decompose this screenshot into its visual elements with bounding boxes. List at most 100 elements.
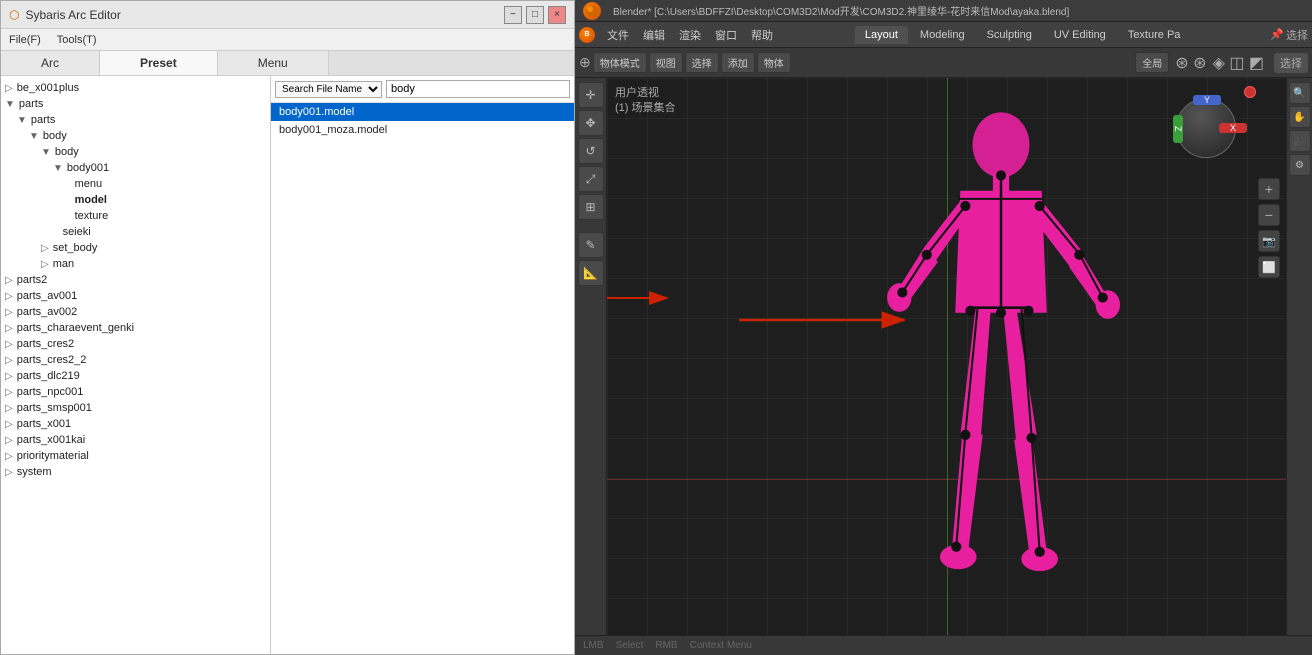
tree-item[interactable]: ▼parts: [1, 112, 270, 128]
workspace-indicator: [1244, 86, 1256, 98]
close-button[interactable]: ×: [548, 6, 566, 24]
tree-item[interactable]: ▼body001: [1, 160, 270, 176]
viewport-btn[interactable]: 视图: [649, 52, 683, 73]
blender-logo-small: B: [579, 27, 595, 43]
global-btn[interactable]: 全局: [1135, 52, 1169, 73]
arc-titlebar: ⬡ Sybaris Arc Editor − □ ×: [1, 1, 574, 29]
file-list-panel: Search File Name body001.model body001_m…: [271, 76, 574, 654]
tree-item[interactable]: ▷prioritymaterial: [1, 448, 270, 464]
tab-sculpting[interactable]: Sculpting: [977, 26, 1042, 44]
blender-toolbar: ⊕ 物体模式 视图 选择 添加 物体 全局 ⊛ ⊛ ◈ ◫ ◩ 选择: [575, 48, 1312, 78]
tree-item[interactable]: ▷be_x001plus: [1, 80, 270, 96]
object-btn[interactable]: 物体: [757, 52, 791, 73]
tree-item[interactable]: ▷parts_av001: [1, 288, 270, 304]
tree-item[interactable]: ▷parts_dlc219: [1, 368, 270, 384]
right-gizmo-panel: 🔍 ✋ 🎥 ⚙: [1286, 78, 1312, 635]
tree-item[interactable]: ▼parts: [1, 96, 270, 112]
status-bar: LMB Select RMB Context Menu: [575, 635, 1312, 655]
tab-row: Arc Preset Menu: [1, 51, 574, 76]
tab-menu[interactable]: Menu: [218, 51, 329, 75]
tab-modeling[interactable]: Modeling: [910, 26, 975, 44]
viewport-canvas[interactable]: 用户透视 (1) 场景集合: [607, 78, 1286, 635]
tree-item[interactable]: ▷parts_x001: [1, 416, 270, 432]
file-item-selected[interactable]: body001.model: [271, 103, 574, 121]
zoom-button[interactable]: 🔍: [1289, 82, 1311, 104]
file-tree: ▷be_x001plus ▼parts ▼parts ▼body ▼body ▼…: [1, 76, 271, 654]
left-tools: ✛ ✥ ↺ ⤢ ⊞ ✎ 📐: [575, 78, 607, 635]
tree-item[interactable]: ▷set_body: [1, 240, 270, 256]
arc-content: ▷be_x001plus ▼parts ▼parts ▼body ▼body ▼…: [1, 76, 574, 654]
shading-icons: ◈ ◫ ◩: [1213, 53, 1264, 73]
tab-texture-paint[interactable]: Texture Pa: [1118, 26, 1191, 44]
file-item[interactable]: body001_moza.model: [271, 121, 574, 139]
tree-item[interactable]: menu: [1, 176, 270, 192]
transform-tool[interactable]: ⊞: [578, 194, 604, 220]
sidebar-toggle[interactable]: 选择: [1274, 53, 1308, 73]
orbit-button[interactable]: 🎥: [1289, 130, 1311, 152]
tree-item[interactable]: seieki: [1, 224, 270, 240]
tree-item-model[interactable]: model: [1, 192, 270, 208]
file-menu[interactable]: File(F): [5, 33, 45, 47]
menu-render[interactable]: 渲染: [673, 25, 707, 45]
annotate-tool[interactable]: ✎: [578, 232, 604, 258]
tools-menu[interactable]: Tools(T): [53, 33, 101, 47]
menu-edit[interactable]: 编辑: [637, 25, 671, 45]
blender-logo-icon: [583, 2, 601, 20]
tree-item[interactable]: ▷system: [1, 464, 270, 480]
viewport-perspective-label: 用户透视: [615, 86, 676, 101]
camera-button[interactable]: 📷: [1258, 230, 1280, 252]
blender-title: Blender* [C:\Users\BDFFZI\Desktop\COM3D2…: [613, 3, 1069, 18]
tab-uv-editing[interactable]: UV Editing: [1044, 26, 1116, 44]
mode-select[interactable]: 物体模式: [593, 52, 647, 73]
zoom-in-button[interactable]: +: [1258, 178, 1280, 200]
arc-menubar: File(F) Tools(T): [1, 29, 574, 51]
select-btn[interactable]: 选择: [685, 52, 719, 73]
tree-item[interactable]: ▷parts2: [1, 272, 270, 288]
viewport-label: 用户透视 (1) 场景集合: [615, 86, 676, 117]
scene-label: 📌: [1270, 28, 1284, 41]
menu-window[interactable]: 窗口: [709, 25, 743, 45]
tree-item[interactable]: ▷parts_cres2: [1, 336, 270, 352]
tree-item[interactable]: ▷parts_cres2_2: [1, 352, 270, 368]
nav-sphere: X Y Z: [1176, 98, 1236, 158]
menu-help[interactable]: 帮助: [745, 25, 779, 45]
navigation-gizmo[interactable]: X Y Z: [1166, 88, 1246, 168]
pan-button[interactable]: ✋: [1289, 106, 1311, 128]
tree-item[interactable]: ▷parts_smsp001: [1, 400, 270, 416]
measure-tool[interactable]: 📐: [578, 260, 604, 286]
rotate-tool[interactable]: ↺: [578, 138, 604, 164]
window-controls: − □ ×: [504, 6, 566, 24]
add-btn[interactable]: 添加: [721, 52, 755, 73]
tree-item[interactable]: ▼body: [1, 128, 270, 144]
annotation-arrow: [729, 290, 929, 350]
tree-item[interactable]: texture: [1, 208, 270, 224]
blender-menubar: B 文件 编辑 渲染 窗口 帮助 Layout Modeling Sculpti…: [575, 22, 1312, 48]
maximize-button[interactable]: □: [526, 6, 544, 24]
scene-name: 选择: [1286, 27, 1308, 43]
move-tool[interactable]: ✥: [578, 110, 604, 136]
arc-title: Sybaris Arc Editor: [25, 8, 120, 22]
zoom-out-button[interactable]: −: [1258, 204, 1280, 226]
search-type-select[interactable]: Search File Name: [275, 81, 382, 98]
viewport-collection-label: (1) 场景集合: [615, 101, 676, 116]
perspective-button[interactable]: ⬜: [1258, 256, 1280, 278]
render-button[interactable]: ⚙: [1289, 154, 1311, 176]
tree-item[interactable]: ▷parts_x001kai: [1, 432, 270, 448]
tree-item[interactable]: ▷man: [1, 256, 270, 272]
tab-layout[interactable]: Layout: [855, 26, 908, 44]
overlay-icons: ⊛ ⊛: [1175, 53, 1206, 73]
tree-item[interactable]: ▼body: [1, 144, 270, 160]
tree-item[interactable]: ▷parts_av002: [1, 304, 270, 320]
blender-titlebar: Blender* [C:\Users\BDFFZI\Desktop\COM3D2…: [575, 0, 1312, 22]
scale-tool[interactable]: ⤢: [578, 166, 604, 192]
tab-arc[interactable]: Arc: [1, 51, 100, 75]
status-context: Context Menu: [690, 640, 752, 651]
tree-item[interactable]: ▷parts_charaevent_genki: [1, 320, 270, 336]
tree-item[interactable]: ▷parts_npc001: [1, 384, 270, 400]
menu-file[interactable]: 文件: [601, 25, 635, 45]
minimize-button[interactable]: −: [504, 6, 522, 24]
arc-logo-icon: ⬡: [9, 8, 19, 22]
tab-preset[interactable]: Preset: [100, 51, 218, 75]
cursor-tool[interactable]: ✛: [578, 82, 604, 108]
search-input[interactable]: [386, 80, 570, 98]
